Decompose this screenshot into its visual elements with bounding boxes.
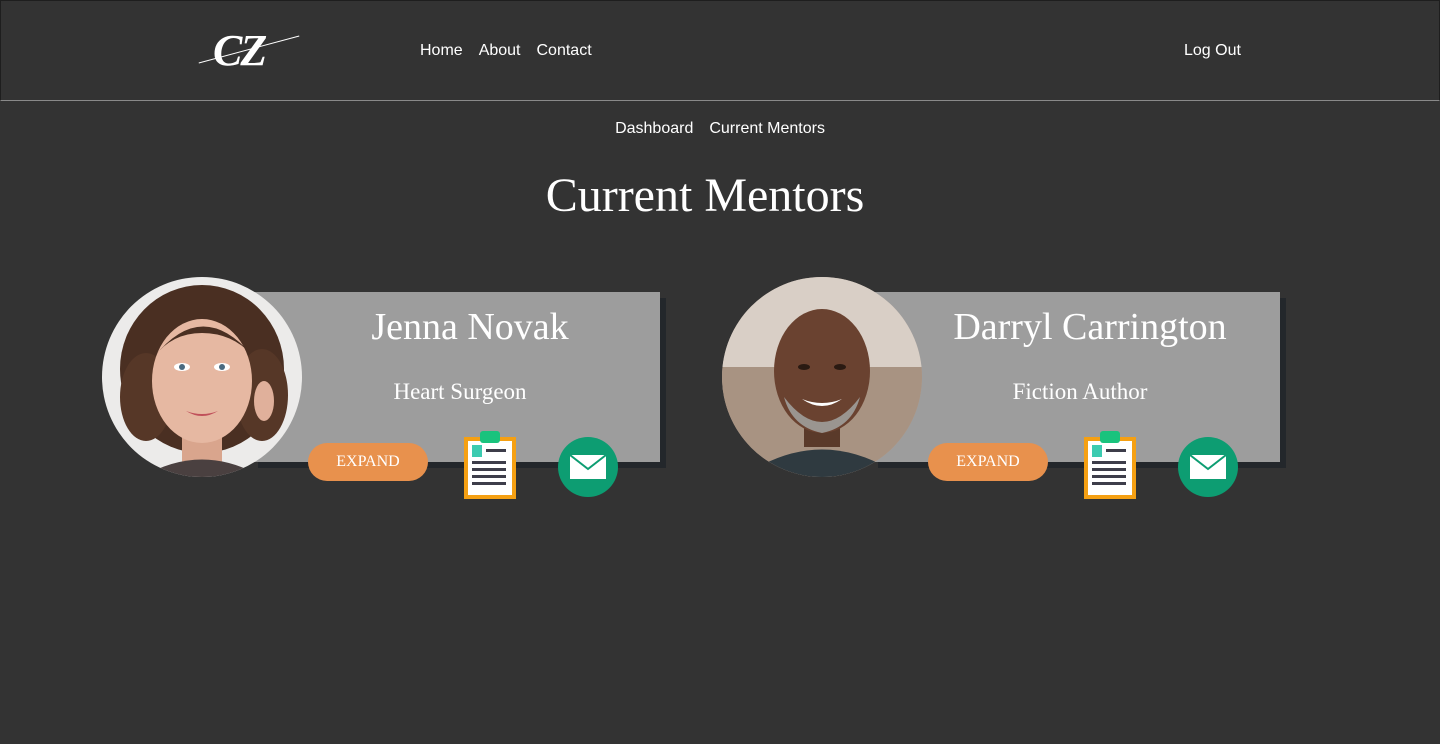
avatar	[722, 277, 922, 477]
mail-icon[interactable]	[558, 437, 618, 497]
resume-icon[interactable]	[1082, 429, 1138, 501]
mentor-card: Jenna Novak Heart Surgeon EXPAND	[102, 277, 666, 503]
nav-link-contact[interactable]: Contact	[537, 42, 592, 60]
breadcrumb: Dashboard Current Mentors	[0, 120, 1440, 138]
site-header: CZ Home About Contact Log Out	[0, 0, 1440, 101]
logo[interactable]: CZ	[197, 27, 301, 75]
avatar-photo-man	[722, 277, 922, 477]
avatar-photo-woman	[102, 277, 302, 477]
avatar	[102, 277, 302, 477]
mentor-card: Darryl Carrington Fiction Author EXPAND	[722, 277, 1286, 503]
mentor-role: Heart Surgeon	[393, 379, 527, 404]
resume-icon[interactable]	[462, 429, 518, 501]
logout-link[interactable]: Log Out	[1184, 42, 1241, 60]
nav-link-home[interactable]: Home	[420, 42, 463, 60]
mentor-role: Fiction Author	[1012, 379, 1148, 404]
breadcrumb-dashboard[interactable]: Dashboard	[615, 120, 693, 138]
page-title: Current Mentors	[545, 169, 865, 222]
mentor-name: Jenna Novak	[371, 306, 569, 348]
expand-button[interactable]: EXPAND	[308, 443, 428, 481]
mail-icon[interactable]	[1178, 437, 1238, 497]
mentor-name: Darryl Carrington	[953, 306, 1227, 348]
breadcrumb-current-mentors[interactable]: Current Mentors	[709, 120, 825, 138]
main-nav: Home About Contact	[420, 42, 592, 60]
expand-button[interactable]: EXPAND	[928, 443, 1048, 481]
nav-link-about[interactable]: About	[479, 42, 521, 60]
